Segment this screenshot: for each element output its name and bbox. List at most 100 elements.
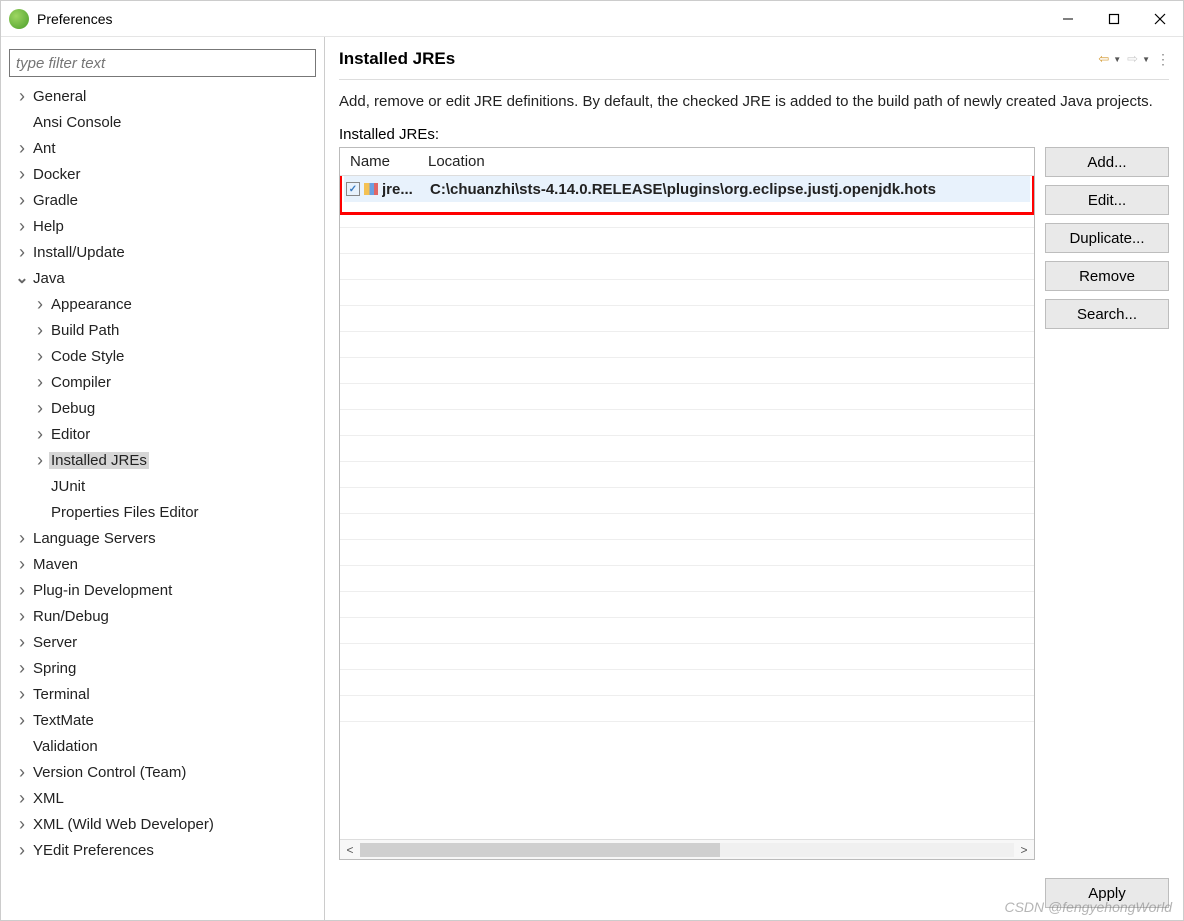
tree-item[interactable]: ›Gradle — [9, 187, 316, 213]
tree-item-label: Installed JREs — [49, 452, 149, 469]
minimize-button[interactable] — [1045, 1, 1091, 36]
horizontal-scrollbar[interactable]: < > — [340, 839, 1034, 859]
maximize-button[interactable] — [1091, 1, 1137, 36]
tree-item[interactable]: ›Ansi Console — [9, 109, 316, 135]
chevron-right-icon[interactable]: › — [13, 632, 31, 653]
tree-item-label: Run/Debug — [31, 608, 111, 625]
chevron-right-icon[interactable]: › — [13, 164, 31, 185]
tree-item[interactable]: ›Help — [9, 213, 316, 239]
chevron-right-icon[interactable]: › — [13, 762, 31, 783]
tree-item[interactable]: ›Editor — [9, 421, 316, 447]
tree-item[interactable]: ›YEdit Preferences — [9, 837, 316, 863]
chevron-right-icon[interactable]: › — [31, 372, 49, 393]
tree-item[interactable]: ›Spring — [9, 655, 316, 681]
chevron-right-icon[interactable]: › — [31, 424, 49, 445]
back-dropdown-icon[interactable]: ▼ — [1113, 55, 1121, 64]
edit-button[interactable]: Edit... — [1045, 185, 1169, 215]
tree-item[interactable]: ›TextMate — [9, 707, 316, 733]
scroll-track[interactable] — [360, 843, 1014, 857]
chevron-right-icon[interactable]: › — [13, 216, 31, 237]
tree-item-label: Help — [31, 218, 66, 235]
column-name[interactable]: Name — [340, 153, 418, 170]
filter-input[interactable] — [9, 49, 316, 77]
tree-item[interactable]: ›Docker — [9, 161, 316, 187]
tree-item[interactable]: ›Run/Debug — [9, 603, 316, 629]
chevron-right-icon[interactable]: › — [13, 580, 31, 601]
chevron-right-icon[interactable]: › — [13, 840, 31, 861]
tree-item[interactable]: ›Server — [9, 629, 316, 655]
scroll-thumb[interactable] — [360, 843, 720, 857]
tree-item[interactable]: ›Install/Update — [9, 239, 316, 265]
cell-location: C:\chuanzhi\sts-4.14.0.RELEASE\plugins\o… — [424, 181, 1034, 198]
tree-item[interactable]: ›Build Path — [9, 317, 316, 343]
table-row[interactable]: ✓ jre... C:\chuanzhi\sts-4.14.0.RELEASE\… — [340, 176, 1034, 202]
forward-dropdown-icon[interactable]: ▼ — [1142, 55, 1150, 64]
tree-item[interactable]: ›Language Servers — [9, 525, 316, 551]
tree-item-label: Properties Files Editor — [49, 504, 201, 521]
tree-item[interactable]: ›Terminal — [9, 681, 316, 707]
search-button[interactable]: Search... — [1045, 299, 1169, 329]
chevron-right-icon[interactable]: › — [31, 294, 49, 315]
chevron-right-icon[interactable]: › — [13, 554, 31, 575]
chevron-right-icon[interactable]: › — [13, 86, 31, 107]
tree-item[interactable]: ›Maven — [9, 551, 316, 577]
chevron-right-icon[interactable]: › — [13, 190, 31, 211]
tree-item[interactable]: ›Plug-in Development — [9, 577, 316, 603]
tree-item[interactable]: ›JUnit — [9, 473, 316, 499]
page-description: Add, remove or edit JRE definitions. By … — [339, 80, 1169, 126]
tree-item[interactable]: ›Appearance — [9, 291, 316, 317]
tree-item-label: XML — [31, 790, 66, 807]
preferences-tree[interactable]: ›General›Ansi Console›Ant›Docker›Gradle›… — [1, 83, 324, 920]
menu-icon[interactable]: ⋮ — [1156, 51, 1169, 68]
tree-item[interactable]: ›Code Style — [9, 343, 316, 369]
chevron-right-icon[interactable]: › — [13, 788, 31, 809]
tree-item-label: Debug — [49, 400, 97, 417]
tree-item-label: Spring — [31, 660, 78, 677]
chevron-right-icon[interactable]: › — [13, 814, 31, 835]
scroll-right-icon[interactable]: > — [1014, 843, 1034, 857]
header-toolbar: ⇦ ▼ ⇨ ▼ ⋮ — [1098, 51, 1169, 68]
forward-icon[interactable]: ⇨ — [1127, 51, 1138, 67]
chevron-right-icon[interactable]: › — [31, 320, 49, 341]
column-location[interactable]: Location — [418, 153, 495, 170]
tree-item[interactable]: ›XML — [9, 785, 316, 811]
titlebar: Preferences — [1, 1, 1183, 37]
duplicate-button[interactable]: Duplicate... — [1045, 223, 1169, 253]
apply-button[interactable]: Apply — [1045, 878, 1169, 908]
tree-item[interactable]: ›XML (Wild Web Developer) — [9, 811, 316, 837]
app-icon — [9, 9, 29, 29]
chevron-right-icon[interactable]: › — [13, 658, 31, 679]
tree-item[interactable]: ›Compiler — [9, 369, 316, 395]
tree-item[interactable]: ›Debug — [9, 395, 316, 421]
chevron-right-icon[interactable]: › — [13, 528, 31, 549]
tree-item[interactable]: ›Validation — [9, 733, 316, 759]
jre-table[interactable]: Name Location ✓ jre... C:\chuanzhi\sts-4… — [339, 147, 1035, 860]
scroll-left-icon[interactable]: < — [340, 843, 360, 857]
chevron-right-icon[interactable]: › — [13, 242, 31, 263]
chevron-right-icon[interactable]: › — [13, 606, 31, 627]
chevron-right-icon[interactable]: › — [31, 450, 49, 471]
sidebar: ›General›Ansi Console›Ant›Docker›Gradle›… — [1, 37, 325, 920]
chevron-right-icon[interactable]: › — [31, 398, 49, 419]
tree-item[interactable]: ›Ant — [9, 135, 316, 161]
tree-item-label: Version Control (Team) — [31, 764, 188, 781]
tree-item[interactable]: ›Properties Files Editor — [9, 499, 316, 525]
tree-item-label: YEdit Preferences — [31, 842, 156, 859]
back-icon[interactable]: ⇦ — [1098, 51, 1109, 67]
chevron-right-icon[interactable]: › — [13, 138, 31, 159]
tree-item[interactable]: ›Version Control (Team) — [9, 759, 316, 785]
tree-item-label: Ant — [31, 140, 58, 157]
remove-button[interactable]: Remove — [1045, 261, 1169, 291]
tree-item[interactable]: ›Installed JREs — [9, 447, 316, 473]
table-header: Name Location — [340, 148, 1034, 176]
jre-checkbox[interactable]: ✓ — [346, 182, 360, 196]
chevron-right-icon[interactable]: › — [31, 346, 49, 367]
chevron-right-icon[interactable]: › — [13, 684, 31, 705]
tree-item[interactable]: ⌄Java — [9, 265, 316, 291]
chevron-right-icon[interactable]: › — [13, 710, 31, 731]
close-button[interactable] — [1137, 1, 1183, 36]
tree-item[interactable]: ›General — [9, 83, 316, 109]
chevron-down-icon[interactable]: ⌄ — [13, 268, 31, 288]
content-panel: Installed JREs ⇦ ▼ ⇨ ▼ ⋮ Add, remove or … — [325, 37, 1183, 920]
add-button[interactable]: Add... — [1045, 147, 1169, 177]
